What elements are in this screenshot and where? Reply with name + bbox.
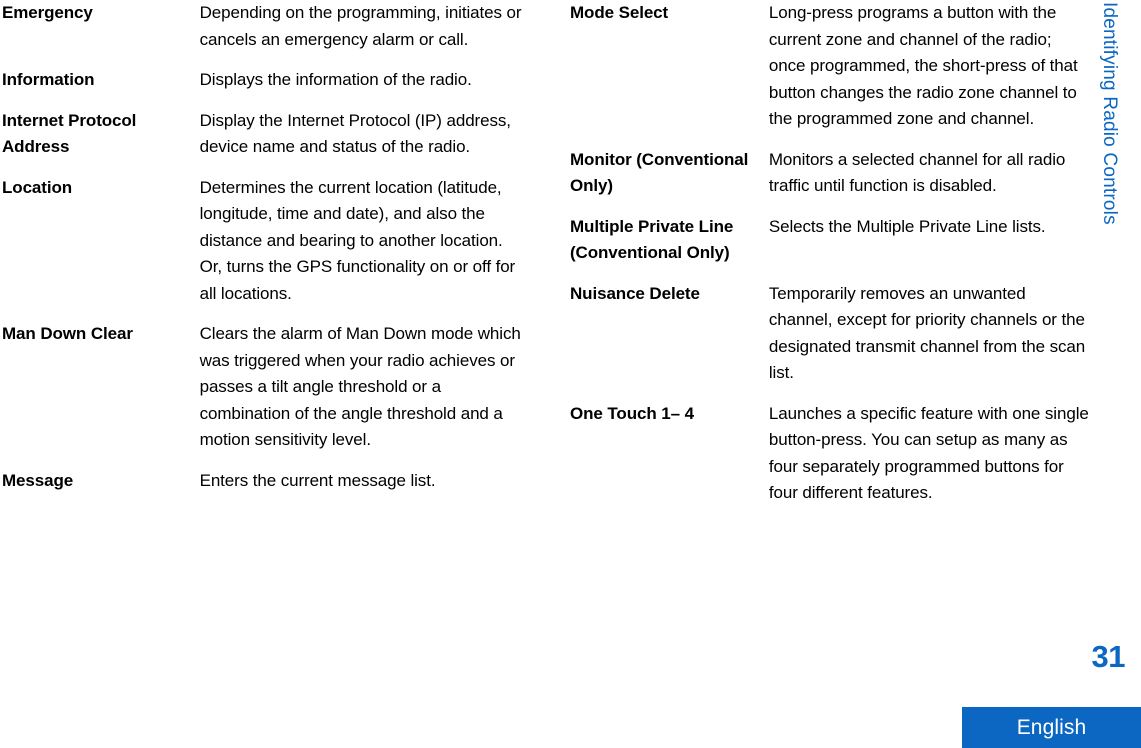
description-one-touch: Launches a specific feature with one sin… [768, 403, 1089, 503]
term-monitor: Monitor (Conventional Only) [570, 149, 749, 196]
right-column: Mode Select Long-press programs a button… [570, 0, 1090, 507]
language-band: English [962, 707, 1141, 748]
term-nuisance-delete: Nuisance Delete [570, 283, 700, 303]
left-definition-table: Emergency Depending on the programming, … [2, 0, 522, 494]
description-mode-select: Long-press programs a button with the cu… [768, 3, 1078, 128]
table-row: Location Determines the current location… [2, 175, 522, 322]
table-row: Message Enters the current message list. [2, 468, 522, 495]
right-definition-table: Mode Select Long-press programs a button… [570, 0, 1090, 507]
chapter-side-tab: Identifying Radio Controls [1099, 2, 1120, 225]
manual-page: Emergency Depending on the programming, … [0, 0, 1141, 748]
term-one-touch: One Touch 1– 4 [570, 403, 694, 423]
term-mode-select: Mode Select [570, 3, 669, 22]
term-internet-protocol-address: Internet Protocol Address [2, 110, 137, 157]
table-row: Information Displays the information of … [2, 67, 522, 108]
description-nuisance-delete: Temporarily removes an unwanted channel,… [768, 283, 1086, 383]
table-row: Nuisance Delete Temporarily removes an u… [570, 281, 1090, 401]
description-message: Enters the current message list. [199, 470, 436, 490]
two-column-body: Emergency Depending on the programming, … [0, 0, 1141, 700]
description-multiple-private-line: Selects the Multiple Private Line lists. [768, 216, 1046, 236]
table-row: Man Down Clear Clears the alarm of Man D… [2, 321, 522, 468]
term-message: Message [2, 470, 74, 490]
description-location: Determines the current location (latitud… [199, 177, 516, 303]
term-location: Location [2, 177, 73, 197]
description-information: Displays the information of the radio. [199, 70, 472, 89]
language-label: English [1016, 716, 1087, 739]
table-row: Monitor (Conventional Only) Monitors a s… [570, 147, 1090, 214]
table-row: Internet Protocol Address Display the In… [2, 108, 522, 175]
term-emergency: Emergency [2, 3, 93, 22]
description-internet-protocol-address: Display the Internet Protocol (IP) addre… [199, 110, 511, 157]
description-monitor: Monitors a selected channel for all radi… [768, 149, 1066, 196]
left-column: Emergency Depending on the programming, … [2, 0, 522, 494]
term-man-down-clear: Man Down Clear [2, 324, 133, 343]
description-man-down-clear: Clears the alarm of Man Down mode which … [199, 324, 521, 449]
page-number: 31 [1091, 639, 1126, 674]
term-multiple-private-line: Multiple Private Line (Conventional Only… [570, 216, 734, 263]
table-row: Multiple Private Line (Conventional Only… [570, 214, 1090, 281]
description-emergency: Depending on the programming, initiates … [199, 3, 522, 49]
term-information: Information [2, 70, 95, 89]
table-row: Mode Select Long-press programs a button… [570, 0, 1090, 147]
table-row: Emergency Depending on the programming, … [2, 0, 522, 67]
table-row: One Touch 1– 4 Launches a specific featu… [570, 401, 1090, 507]
